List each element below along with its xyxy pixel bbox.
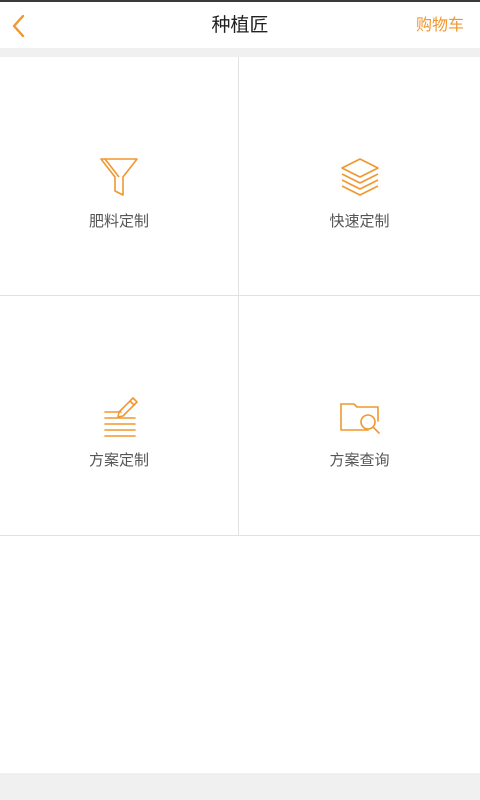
- folder-search-icon: [339, 403, 380, 434]
- column-divider: [238, 57, 239, 536]
- page-title: 种植匠: [211, 14, 269, 36]
- cart-button[interactable]: 购物车: [416, 2, 464, 48]
- document-edit-icon: [104, 397, 138, 437]
- bottom-bar: [0, 773, 480, 800]
- grid-bottom-divider: [0, 535, 480, 536]
- tile-label: 快速定制: [329, 212, 390, 230]
- tile-fertilizer-custom[interactable]: 肥料定制: [0, 57, 238, 295]
- layers-icon: [340, 158, 379, 196]
- tile-label: 方案查询: [329, 451, 390, 469]
- tile-plan-query[interactable]: 方案查询: [239, 296, 480, 534]
- function-grid: 肥料定制 快速定制 方案定制 方案查询: [0, 57, 480, 536]
- header-divider: [0, 48, 480, 57]
- funnel-icon: [100, 158, 138, 196]
- tile-label: 肥料定制: [88, 212, 149, 230]
- tile-label: 方案定制: [88, 451, 149, 469]
- top-bar: 种植匠 购物车: [0, 0, 480, 48]
- tile-plan-custom[interactable]: 方案定制: [0, 296, 238, 534]
- tile-quick-custom[interactable]: 快速定制: [239, 57, 480, 295]
